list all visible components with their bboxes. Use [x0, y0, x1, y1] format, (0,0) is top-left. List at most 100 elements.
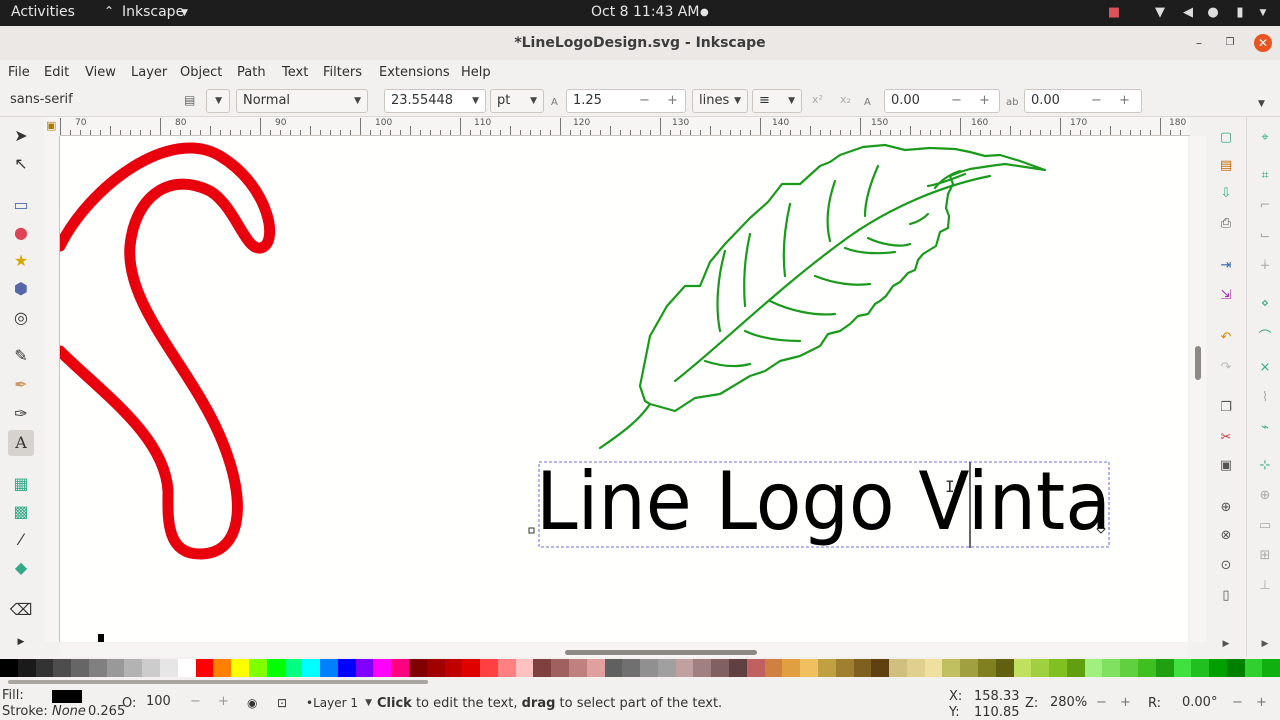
- palette-scrollbar-thumb[interactable]: [8, 680, 428, 684]
- palette-swatch[interactable]: [1173, 659, 1192, 677]
- palette-swatch[interactable]: [711, 659, 730, 677]
- open-file-icon[interactable]: ▤: [1217, 157, 1235, 175]
- palette-swatch[interactable]: [1138, 659, 1156, 677]
- palette-swatch[interactable]: [586, 659, 605, 677]
- increment-icon[interactable]: +: [1119, 90, 1130, 112]
- maximize-icon[interactable]: ❐: [1221, 34, 1239, 52]
- palette-swatch[interactable]: [320, 659, 338, 677]
- text-tool-icon[interactable]: A: [8, 430, 34, 456]
- snap-smooth-nodes-icon[interactable]: ⌇: [1256, 389, 1274, 407]
- pencil-tool-icon[interactable]: ✎: [8, 343, 34, 369]
- rotate-cw-icon[interactable]: +: [1256, 692, 1267, 714]
- palette-swatch[interactable]: [391, 659, 409, 677]
- palette-swatch[interactable]: [729, 659, 747, 677]
- palette-swatch[interactable]: [569, 659, 587, 677]
- new-document-icon[interactable]: ▢: [1217, 129, 1235, 147]
- snap-bbox-icon[interactable]: ⌗: [1256, 167, 1274, 185]
- palette-swatch[interactable]: [675, 659, 694, 677]
- pen-tool-icon[interactable]: ✒: [8, 372, 34, 398]
- palette-swatch[interactable]: [533, 659, 552, 677]
- palette-swatch[interactable]: [551, 659, 569, 677]
- subscript-icon[interactable]: x₂: [840, 92, 851, 108]
- stroke-width-value[interactable]: 0.265: [88, 704, 125, 719]
- menu-extensions[interactable]: Extensions: [379, 65, 450, 80]
- wifi-icon[interactable]: ▼: [1152, 5, 1168, 21]
- menu-filters[interactable]: Filters: [323, 65, 362, 80]
- palette-swatch[interactable]: [1084, 659, 1103, 677]
- zoom-drawing-icon[interactable]: ⊗: [1217, 527, 1235, 545]
- vertical-scrollbar-thumb[interactable]: [1195, 346, 1201, 380]
- snap-guides-icon[interactable]: ⊥: [1256, 577, 1274, 595]
- font-family-dropdown[interactable]: ▼: [206, 89, 230, 113]
- decrement-icon[interactable]: −: [1091, 90, 1102, 112]
- menu-layer[interactable]: Layer: [131, 65, 167, 80]
- palette-swatch[interactable]: [764, 659, 783, 677]
- battery-icon[interactable]: ▮: [1232, 5, 1248, 21]
- snap-nodes-icon[interactable]: ⋄: [1256, 295, 1274, 313]
- palette-swatch[interactable]: [266, 659, 285, 677]
- palette-swatch[interactable]: [373, 659, 392, 677]
- palette-swatch[interactable]: [1209, 659, 1227, 677]
- palette-swatch[interactable]: [1031, 659, 1050, 677]
- document-properties-icon[interactable]: ▯: [1217, 587, 1235, 605]
- undo-icon[interactable]: ↶: [1217, 329, 1235, 347]
- palette-swatch[interactable]: [942, 659, 961, 677]
- copy-icon[interactable]: ❐: [1217, 399, 1235, 417]
- palette-swatch[interactable]: [248, 659, 267, 677]
- minimize-icon[interactable]: –: [1190, 34, 1208, 52]
- selector-tool-icon[interactable]: ➤: [8, 123, 34, 149]
- palette-swatch[interactable]: [213, 659, 232, 677]
- palette-swatch[interactable]: [426, 659, 445, 677]
- palette-swatch[interactable]: [515, 659, 534, 677]
- horizontal-ruler[interactable]: 70 80 90 100 110 120 130 140 150 160 170…: [60, 117, 1190, 136]
- font-family-input[interactable]: sans-serif ▤: [4, 89, 204, 113]
- paste-icon[interactable]: ▣: [1217, 457, 1235, 475]
- palette-swatch[interactable]: [1262, 659, 1280, 677]
- rotate-ccw-icon[interactable]: −: [1232, 692, 1243, 714]
- snap-paths-icon[interactable]: ⌒: [1256, 329, 1274, 347]
- rotation-input[interactable]: 0.00° − +: [1176, 692, 1276, 716]
- clock[interactable]: Oct 8 11:43 AM: [591, 4, 699, 20]
- redo-icon[interactable]: ↷: [1217, 359, 1235, 377]
- palette-swatch[interactable]: [817, 659, 836, 677]
- menu-file[interactable]: File: [8, 65, 30, 80]
- palette-swatch[interactable]: [355, 659, 374, 677]
- palette-swatch[interactable]: [1102, 659, 1121, 677]
- palette-swatch[interactable]: [746, 659, 765, 677]
- star-tool-icon[interactable]: ★: [8, 248, 34, 274]
- increment-icon[interactable]: +: [979, 90, 990, 112]
- layer-visibility-icon[interactable]: ◉: [247, 696, 257, 710]
- screen-record-icon[interactable]: ■: [1106, 5, 1122, 21]
- palette-swatch[interactable]: [35, 659, 54, 677]
- unit-select[interactable]: pt ▼: [490, 89, 544, 113]
- layer-select[interactable]: •Layer 1 ▼: [300, 692, 372, 716]
- palette-swatch[interactable]: [497, 659, 516, 677]
- font-list-icon[interactable]: ▤: [184, 89, 195, 111]
- box3d-tool-icon[interactable]: ⬢: [8, 276, 34, 302]
- palette-swatch[interactable]: [1066, 659, 1085, 677]
- palette-swatch[interactable]: [835, 659, 854, 677]
- spiral-tool-icon[interactable]: ◎: [8, 305, 34, 331]
- close-icon[interactable]: ✕: [1254, 34, 1272, 52]
- snap-intersection-icon[interactable]: ⨯: [1256, 359, 1274, 377]
- palette-swatch[interactable]: [622, 659, 641, 677]
- toolbar-overflow-chevron-icon[interactable]: ▼: [1258, 96, 1265, 112]
- palette-swatch[interactable]: [177, 659, 196, 677]
- snap-grids-icon[interactable]: ⊞: [1256, 547, 1274, 565]
- palette-swatch[interactable]: [889, 659, 907, 677]
- letter-spacing-input[interactable]: 0.00 − +: [884, 89, 1000, 113]
- calligraphy-tool-icon[interactable]: ✑: [8, 401, 34, 427]
- palette-swatch[interactable]: [480, 659, 498, 677]
- decrement-icon[interactable]: −: [951, 90, 962, 112]
- superscript-icon[interactable]: x²: [812, 92, 823, 108]
- snap-bbox-edge-icon[interactable]: ⌐: [1256, 197, 1274, 215]
- cut-icon[interactable]: ✂: [1217, 429, 1235, 447]
- spacing-mode-select[interactable]: lines ▼: [692, 89, 748, 113]
- palette-swatch[interactable]: [337, 659, 356, 677]
- palette-swatch[interactable]: [960, 659, 978, 677]
- ruler-corner-lock-icon[interactable]: ▣: [44, 117, 59, 135]
- gradient-tool-icon[interactable]: ▦: [8, 471, 34, 497]
- palette-swatch[interactable]: [906, 659, 925, 677]
- palette-swatch[interactable]: [284, 659, 303, 677]
- menu-object[interactable]: Object: [180, 65, 222, 80]
